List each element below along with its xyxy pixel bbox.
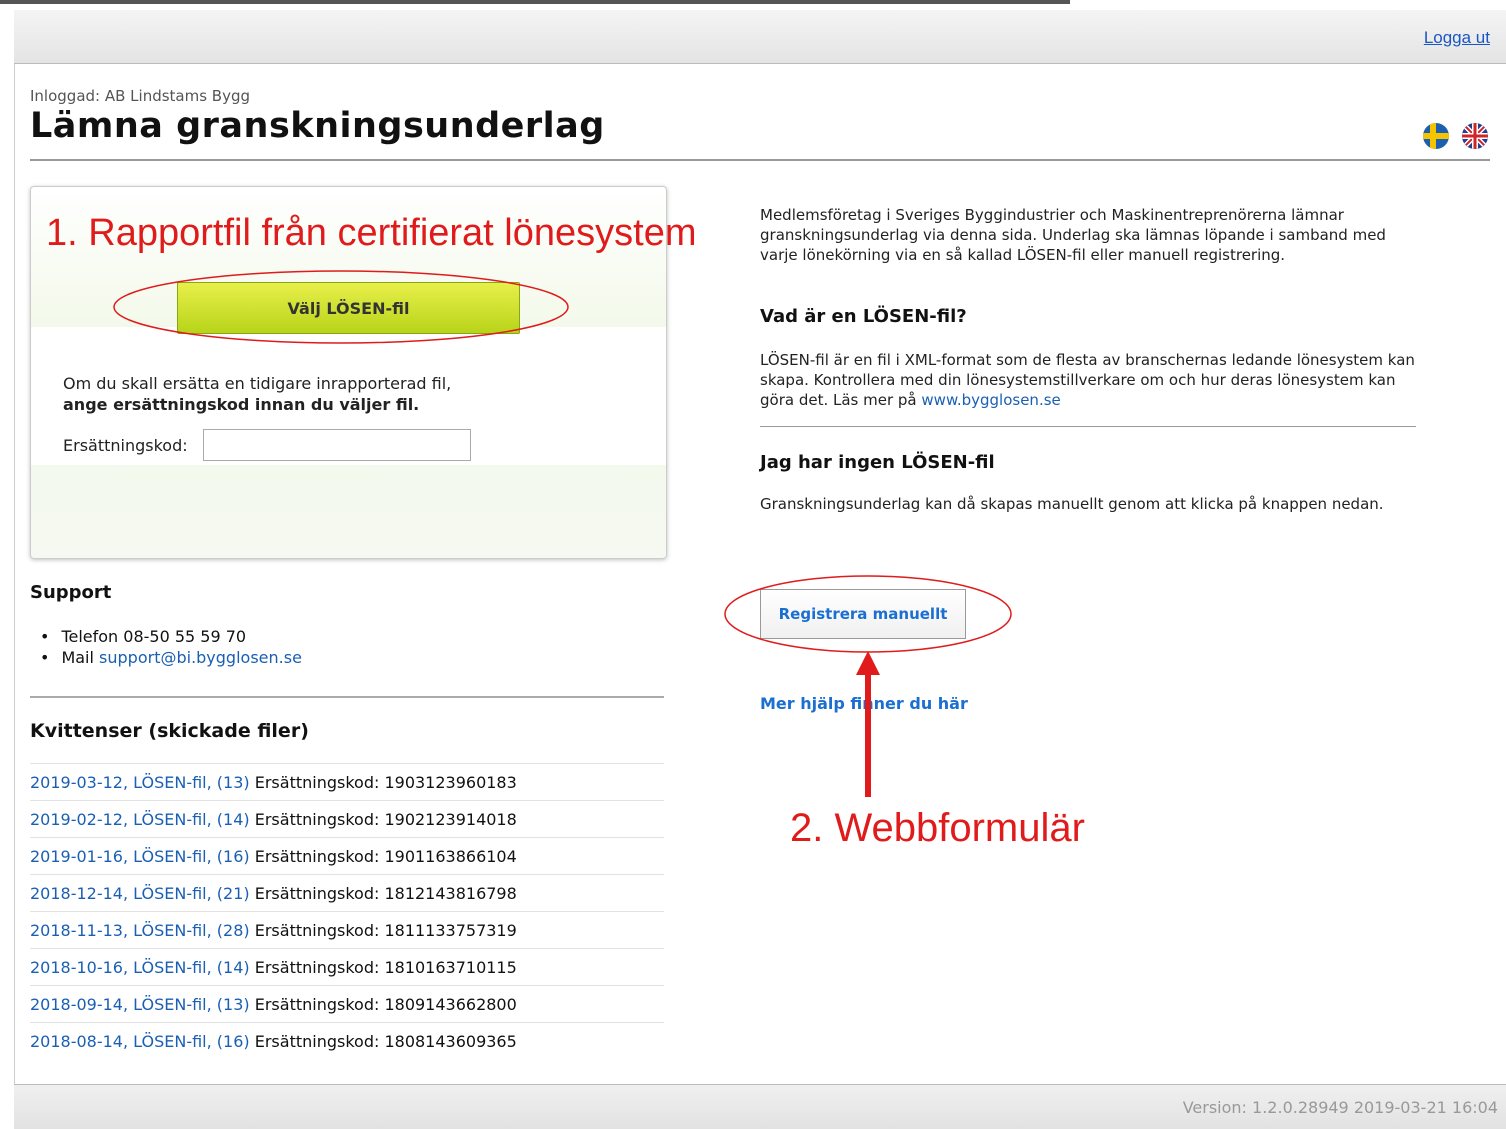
annotation-label-1: 1. Rapportfil från certifierat lönesyste…: [46, 212, 697, 254]
version-text: Version: 1.2.0.28949 2019-03-21 16:04: [1182, 1098, 1498, 1117]
annotation-ellipse-2: [724, 575, 1012, 653]
annotation-arrow-head: [856, 651, 880, 675]
annotation-ellipse-1: [113, 270, 569, 344]
footer: Version: 1.2.0.28949 2019-03-21 16:04: [14, 1084, 1506, 1129]
annotation-overlay: [113, 270, 1012, 797]
annotation-label-2: 2. Webbformulär: [790, 806, 1085, 850]
